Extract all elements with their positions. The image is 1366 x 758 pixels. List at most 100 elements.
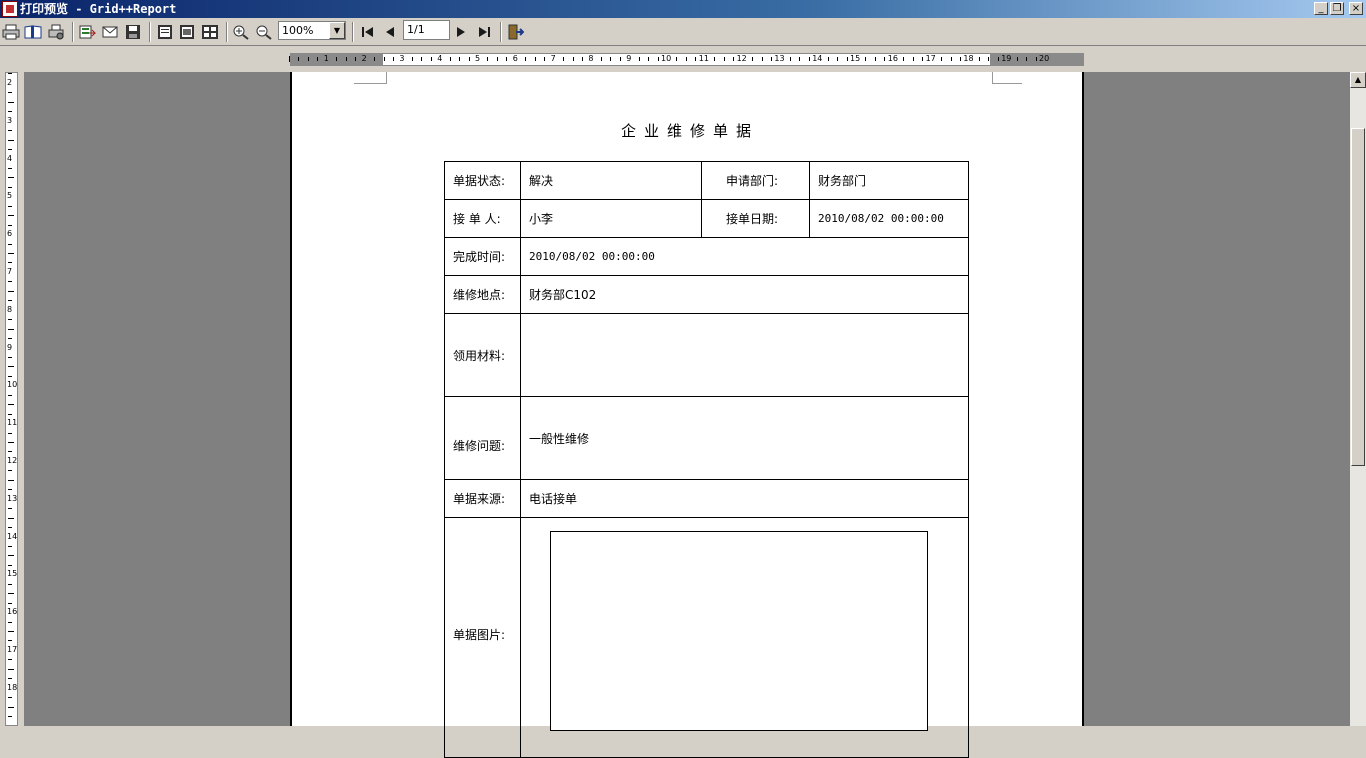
last-page-icon[interactable] [474,22,494,42]
ruler-tick [950,57,952,61]
page-number-input[interactable]: 1/1 [403,20,450,40]
ruler-tick [544,57,546,61]
ruler-tick [8,73,12,75]
ruler-tick [8,640,12,642]
email-icon[interactable] [100,22,120,42]
ruler-tick [506,57,508,61]
ruler-tick [8,243,12,245]
ruler-label: 16 [887,54,898,63]
ruler-tick [525,57,527,61]
ruler-tick [298,57,300,61]
ruler-tick [922,57,924,61]
ruler-tick [8,442,14,443]
table-row: 单据状态: 解决 申请部门: 财务部门 [444,161,969,200]
finish-time-value: 2010/08/02 00:00:00 [520,237,969,276]
ruler-label: 7 [550,54,556,63]
ruler-label: 6 [7,229,13,239]
ruler-tick [8,253,14,254]
ruler-label: 4 [437,54,443,63]
ruler-label: 3 [7,115,13,125]
ruler-tick [8,111,12,113]
title-bar[interactable] [0,0,1366,18]
zoom-in-icon[interactable] [231,22,251,42]
ruler-label: 15 [850,54,861,63]
issue-value: 一般性维修 [520,396,969,480]
minimize-button[interactable]: _ [1314,2,1328,15]
multi-page-icon[interactable] [200,22,220,42]
ruler-tick [761,57,763,61]
ruler-tick [685,57,687,61]
margin-corner-mark [386,72,387,84]
ruler-tick [912,57,914,61]
previous-page-icon[interactable] [380,22,400,42]
printer-properties-icon[interactable] [46,22,66,42]
status-label: 单据状态: [444,161,521,200]
ruler-label: 17 [7,645,18,654]
close-preview-icon[interactable] [505,22,525,42]
margin-corner-mark [354,83,386,84]
chevron-down-icon[interactable]: ▼ [329,22,345,39]
first-page-icon[interactable] [358,22,378,42]
ruler-tick [8,101,14,103]
materials-value [520,313,969,397]
ruler-tick [997,57,999,61]
export-icon[interactable] [77,22,97,42]
ruler-tick [8,130,12,132]
ruler-label: 14 [812,54,823,63]
location-value: 财务部C102 [520,275,969,314]
window-title: 打印预览 - Grid++Report [20,2,177,16]
order-date-label: 接单日期: [701,199,810,238]
table-row: 领用材料: [444,313,969,397]
single-page-icon[interactable] [155,22,175,42]
location-label: 维修地点: [444,275,521,314]
ruler-tick [8,697,12,699]
ruler-tick [421,57,423,61]
ruler-label: 7 [7,267,13,276]
dept-value: 财务部门 [809,161,969,200]
restore-button[interactable]: ❐ [1330,2,1344,15]
ruler-tick [648,57,650,61]
ruler-tick [959,57,961,61]
ruler-tick [865,57,867,61]
close-button[interactable]: × [1349,2,1363,15]
ruler-label: 5 [475,54,481,63]
page-width-icon[interactable] [177,22,197,42]
ruler-label: 11 [7,418,18,428]
ruler-tick [8,716,12,718]
ruler-tick [676,57,678,61]
scrollbar-thumb[interactable] [1351,128,1365,466]
ruler-tick [638,57,640,61]
dept-label: 申请部门: [701,161,810,200]
print-icon[interactable] [1,22,21,42]
ruler-label: 13 [7,493,18,503]
picture-label: 单据图片: [444,517,521,758]
print-setup-icon[interactable] [23,22,43,42]
save-icon[interactable] [123,22,143,42]
ruler-label: 12 [7,456,18,465]
table-row: 维修地点: 财务部C102 [444,275,969,314]
zoom-out-icon[interactable] [254,22,274,42]
ruler-label: 20 [1039,54,1050,63]
report-title: 企业维修单据 [620,122,759,140]
ruler-tick [8,470,12,472]
ruler-tick [8,489,12,491]
ruler-tick [8,404,14,406]
ruler-label: 4 [7,153,13,163]
ruler-tick [459,57,461,61]
ruler-tick [837,57,839,61]
receiver-label: 接 单 人: [444,199,521,238]
table-row: 接 单 人: 小李 接单日期: 2010/08/02 00:00:00 [444,199,969,238]
next-page-icon[interactable] [451,22,471,42]
ruler-tick [8,564,12,566]
ruler-label: 15 [7,569,18,579]
ruler-label: 6 [512,54,518,63]
ruler-tick [8,262,12,264]
ruler-tick [336,57,338,61]
ruler-tick [487,57,489,61]
ruler-tick [430,57,432,61]
scroll-up-button[interactable]: ▲ [1350,72,1366,88]
ruler-tick [8,555,14,557]
ruler-tick [714,57,716,61]
ruler-tick [468,57,470,61]
ruler-tick [8,149,12,151]
